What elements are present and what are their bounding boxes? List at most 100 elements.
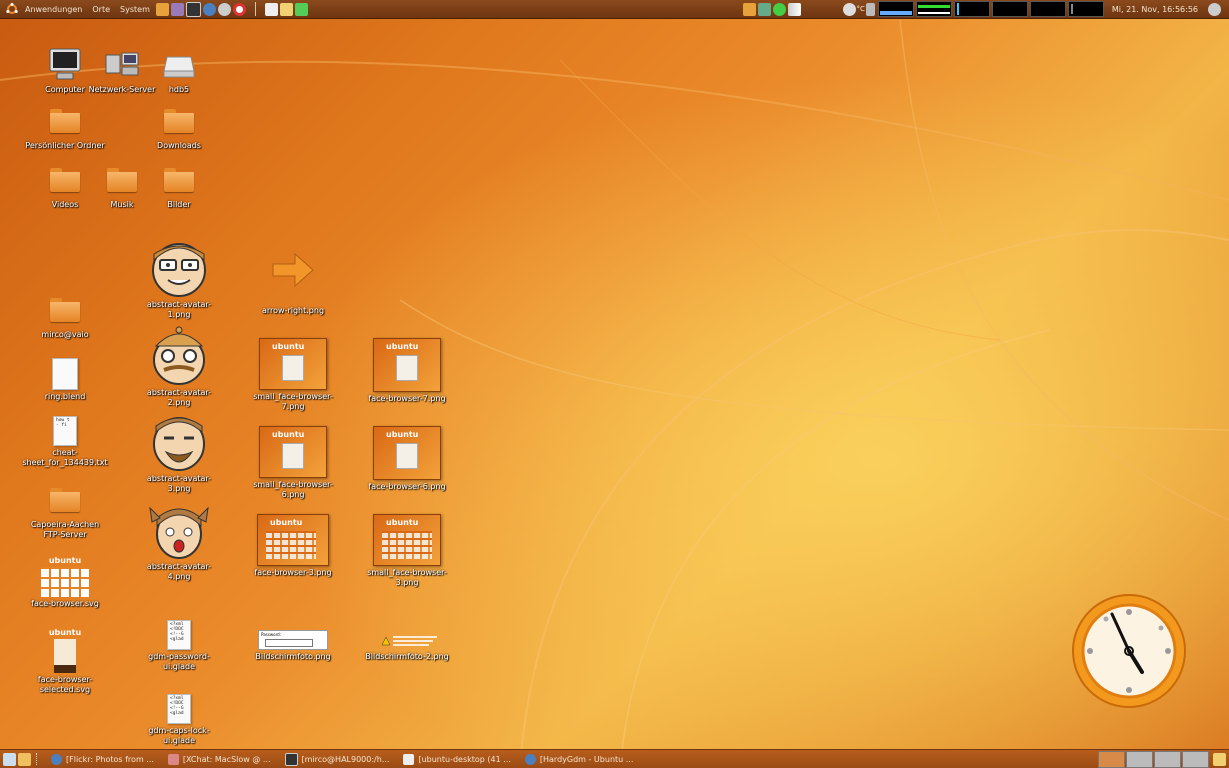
- network-graph[interactable]: [953, 1, 990, 17]
- tools-launcher-icon[interactable]: [155, 2, 169, 16]
- xchat-icon: [167, 753, 179, 765]
- logout-icon[interactable]: [1208, 2, 1221, 16]
- taskbar-item-terminal[interactable]: [mirco@HAL9000:/h...: [279, 751, 396, 767]
- network-server-icon: [105, 52, 139, 76]
- menu-applications[interactable]: Anwendungen: [20, 5, 87, 14]
- desktop-icon-hdb5[interactable]: hdb5: [136, 47, 222, 95]
- avatar-face-icon: [149, 506, 209, 559]
- disk-graph[interactable]: [1067, 1, 1104, 17]
- panel-clock[interactable]: Mi, 21. Nov, 16:56:56: [1112, 5, 1198, 14]
- memory-graph[interactable]: [915, 1, 952, 17]
- desktop-icon-cheat-sheet[interactable]: how t - fi cheat-sheet_for_134439.txt: [22, 416, 108, 468]
- icon-label: ring.blend: [44, 392, 86, 401]
- icon-label: gdm-password-ui.glade: [148, 652, 210, 671]
- icon-label: arrow-right.png: [261, 306, 325, 315]
- desktop-icon-small-face-browser-3[interactable]: ubuntu small_face-browser-3.png: [364, 514, 450, 588]
- icon-label: Musik: [110, 200, 134, 209]
- menu-system[interactable]: System: [115, 5, 155, 14]
- ubuntu-logo-icon[interactable]: [6, 3, 18, 15]
- help-launcher-icon[interactable]: [232, 2, 246, 16]
- home-folder-icon: [50, 109, 80, 133]
- taskbar-item-label: [HardyGdm - Ubuntu ...: [539, 754, 634, 764]
- browser-icon: [51, 753, 62, 765]
- screenshot-launcher-icon[interactable]: [279, 2, 293, 16]
- taskbar-item-mail[interactable]: [ubuntu-desktop (41 ...: [397, 751, 516, 767]
- image-thumbnail: ubuntu: [259, 426, 327, 478]
- desktop-icon-face-browser-selected[interactable]: ubuntu face-browser-selected.svg: [22, 628, 108, 695]
- image-thumbnail: ubuntu: [257, 514, 329, 566]
- workspace-3[interactable]: [1154, 750, 1181, 768]
- desktop-icon-avatar-3[interactable]: abstract-avatar-3.png: [136, 412, 222, 494]
- taskbar-item-flickr[interactable]: [Flickr: Photos from ...: [45, 751, 160, 767]
- ftp-folder-icon: [50, 488, 80, 512]
- browser-launcher-icon[interactable]: [202, 2, 216, 16]
- icon-label: face-browser-7.png: [368, 394, 446, 403]
- desktop-icon-gdm-password[interactable]: <?xml <!DOC <!--G <glad gdm-password-ui.…: [136, 620, 222, 672]
- weather-tray-icon[interactable]: [842, 2, 856, 16]
- workspace-4[interactable]: [1182, 750, 1209, 768]
- desktop-icon-screenshot-2[interactable]: Bildschirmfoto-2.png: [364, 632, 450, 662]
- screenshot-thumbnail: Password:: [258, 630, 328, 650]
- terminal-launcher-icon[interactable]: [185, 1, 201, 17]
- desktop-icon-small-face-browser-7[interactable]: ubuntu small_face-browser-7.png: [250, 338, 336, 412]
- update-tray-icon[interactable]: [757, 2, 771, 16]
- network-launcher-icon[interactable]: [217, 2, 231, 16]
- icon-label: Capoeira-Aachen FTP-Server: [30, 520, 100, 539]
- swap-graph[interactable]: [991, 1, 1028, 17]
- ubuntu-wordmark: ubuntu: [48, 556, 82, 565]
- desktop-icon-pictures[interactable]: Bilder: [136, 168, 222, 210]
- desktop-icon-gdm-caps-lock[interactable]: <?xml <!DOC <!--G <glad gdm-caps-lock-ui…: [136, 694, 222, 746]
- image-thumbnail: ubuntu: [373, 426, 441, 480]
- desktop-icon-avatar-4[interactable]: abstract-avatar-4.png: [136, 500, 222, 582]
- icon-label: face-browser-3.png: [254, 568, 332, 577]
- desktop-icon-ring-blend[interactable]: ring.blend: [22, 358, 108, 402]
- icon-label: Downloads: [157, 141, 201, 150]
- desktop-icon-screenshot-1[interactable]: Password: Bildschirmfoto.png: [250, 630, 336, 662]
- workspace-1[interactable]: [1098, 750, 1125, 768]
- music-folder-icon: [107, 168, 137, 192]
- cpu-graph[interactable]: [877, 1, 914, 17]
- load-graph[interactable]: [1029, 1, 1066, 17]
- desktop-icon-mirco-vaio[interactable]: mirco@vaio: [22, 298, 108, 340]
- desktop-icon-small-face-browser-6[interactable]: ubuntu small_face-browser-6.png: [250, 426, 336, 500]
- taskbar-item-label: [XChat: MacSlow @ ...: [182, 754, 271, 764]
- trash-icon[interactable]: [1213, 752, 1226, 766]
- desktop-icon-home[interactable]: Persönlicher Ordner: [22, 109, 108, 151]
- desktop-icon-face-browser-svg[interactable]: ubuntu face-browser.svg: [22, 556, 108, 609]
- icon-label: Bildschirmfoto-2.png: [365, 652, 449, 661]
- desktop-icon-face-browser-7[interactable]: ubuntu face-browser-7.png: [364, 338, 450, 404]
- volume-tray-icon[interactable]: [865, 2, 875, 16]
- icon-label: Bildschirmfoto.png: [255, 652, 331, 661]
- signal-tray-icon[interactable]: [787, 2, 801, 16]
- tools-tray-icon[interactable]: [742, 2, 756, 16]
- desktop-icon-avatar-1[interactable]: abstract-avatar-1.png: [136, 238, 222, 320]
- pidgin-launcher-icon[interactable]: [170, 2, 184, 16]
- icon-label: hdb5: [168, 85, 190, 94]
- status-tray-icon[interactable]: [772, 2, 786, 16]
- workspace-2[interactable]: [1126, 750, 1153, 768]
- icon-label: small_face-browser-6.png: [253, 480, 333, 499]
- desktop-icon-arrow[interactable]: arrow-right.png: [250, 250, 336, 316]
- analog-clock-widget[interactable]: [1070, 592, 1188, 710]
- taskbar-item-label: [mirco@HAL9000:/h...: [301, 754, 390, 764]
- avatar-face-icon: [153, 417, 205, 471]
- show-desktop-button-icon[interactable]: [3, 752, 16, 766]
- desktop-icon-ftp-server[interactable]: Capoeira-Aachen FTP-Server: [22, 488, 108, 540]
- taskbar-item-xchat[interactable]: [XChat: MacSlow @ ...: [162, 751, 277, 767]
- desktop-icon-downloads[interactable]: Downloads: [136, 109, 222, 151]
- run-launcher-icon[interactable]: [294, 2, 308, 16]
- icon-label: small_face-browser-7.png: [253, 392, 333, 411]
- taskbar-item-hardygdm[interactable]: [HardyGdm - Ubuntu ...: [519, 751, 640, 767]
- terminal-icon: [284, 752, 298, 766]
- desktop-icon-face-browser-6[interactable]: ubuntu face-browser-6.png: [364, 426, 450, 492]
- window-list-menu-icon[interactable]: [18, 752, 31, 766]
- avatar-face-icon: [152, 243, 206, 297]
- show-desktop-icon[interactable]: [264, 2, 278, 16]
- temperature-readout: °C: [856, 5, 865, 13]
- desktop-icon-avatar-2[interactable]: abstract-avatar-2.png: [136, 326, 222, 408]
- icon-label: Videos: [51, 200, 79, 209]
- menu-places[interactable]: Orte: [87, 5, 115, 14]
- icon-label: mirco@vaio: [41, 330, 89, 339]
- warning-screenshot-thumbnail: [373, 632, 441, 650]
- desktop-icon-face-browser-3[interactable]: ubuntu face-browser-3.png: [250, 514, 336, 578]
